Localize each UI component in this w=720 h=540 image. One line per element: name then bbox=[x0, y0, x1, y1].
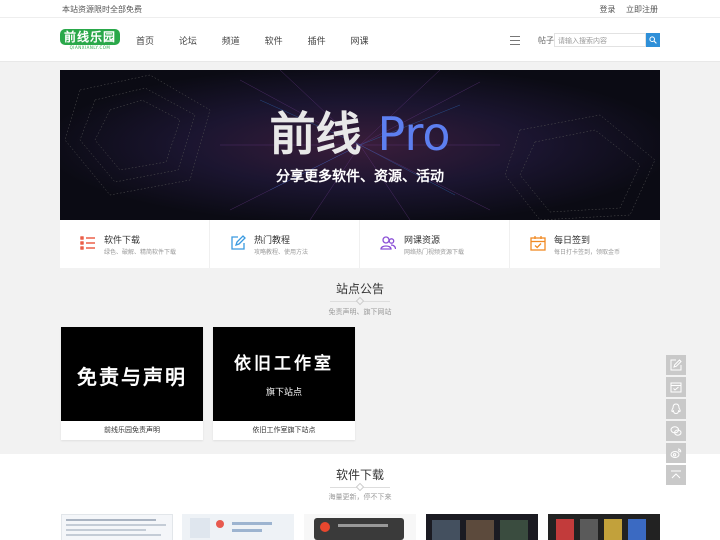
register-link[interactable]: 立即注册 bbox=[626, 5, 658, 14]
calendar-check-icon bbox=[530, 236, 546, 251]
search-button[interactable] bbox=[646, 33, 660, 47]
banner-title: 前线 Pro bbox=[60, 98, 660, 164]
card-image-subtext: 旗下站点 bbox=[265, 388, 302, 398]
feature-courses[interactable]: 网课资源 网络热门视频资源下载 bbox=[360, 220, 510, 268]
main-nav: 首页 论坛 频道 软件 插件 网课 bbox=[136, 34, 390, 47]
calendar-check-icon bbox=[670, 382, 682, 393]
nav-channel[interactable]: 频道 bbox=[222, 37, 240, 47]
software-thumbnail[interactable] bbox=[426, 514, 538, 540]
search-icon bbox=[649, 36, 657, 44]
feature-desc: 每日打卡签到，领取金币 bbox=[554, 249, 621, 256]
nav-forum[interactable]: 论坛 bbox=[179, 37, 197, 47]
banner-title-main: 前线 bbox=[269, 107, 362, 161]
side-edit-button[interactable] bbox=[666, 355, 686, 375]
software-thumbnail[interactable] bbox=[548, 514, 660, 540]
feature-title: 软件下载 bbox=[104, 236, 141, 246]
wechat-icon bbox=[670, 426, 682, 436]
card-caption[interactable]: 依旧工作室旗下站点 bbox=[213, 423, 355, 437]
software-subtitle: 海量更新，停不下来 bbox=[328, 493, 392, 501]
nav-courses[interactable]: 网课 bbox=[350, 37, 368, 47]
feature-title: 热门教程 bbox=[254, 236, 291, 246]
software-thumbnail[interactable] bbox=[304, 514, 416, 540]
feature-tutorials[interactable]: 热门教程 攻略教程、使用方法 bbox=[210, 220, 360, 268]
nav-plugins[interactable]: 插件 bbox=[308, 37, 326, 47]
search-input[interactable]: 请输入搜索内容 bbox=[554, 33, 646, 47]
software-thumbnail[interactable] bbox=[182, 514, 294, 540]
weibo-icon bbox=[670, 448, 682, 458]
announcement-card-disclaimer[interactable]: 免责与声明 前线乐园免责声明 bbox=[61, 327, 203, 440]
card-image-text: 依旧工作室 bbox=[234, 354, 334, 374]
logo-domain: QIANXIANLY.COM bbox=[69, 45, 111, 50]
menu-list-icon[interactable] bbox=[510, 36, 520, 45]
edit-icon bbox=[670, 359, 682, 371]
banner-title-accent: Pro bbox=[377, 107, 451, 161]
back-to-top-button[interactable] bbox=[666, 465, 686, 485]
feature-desc: 攻略教程、使用方法 bbox=[254, 249, 309, 256]
announcements-subtitle: 免责声明、旗下网站 bbox=[328, 308, 392, 316]
nav-home[interactable]: 首页 bbox=[136, 37, 154, 47]
feature-software-download[interactable]: 软件下载 绿色、破解、精简软件下载 bbox=[60, 220, 210, 268]
back-to-top-icon bbox=[671, 470, 681, 479]
announcements-title: 站点公告 bbox=[335, 282, 384, 296]
feature-daily-checkin[interactable]: 每日签到 每日打卡签到，领取金币 bbox=[510, 220, 660, 268]
logo-text: 前线乐园 bbox=[60, 29, 120, 45]
edit-icon bbox=[231, 235, 246, 250]
card-image: 依旧工作室 旗下站点 bbox=[213, 327, 355, 421]
feature-title: 每日签到 bbox=[554, 236, 591, 246]
side-checkin-button[interactable] bbox=[666, 377, 686, 397]
top-bar: 本站资源限时全部免费 登录 立即注册 bbox=[0, 0, 720, 18]
login-link[interactable]: 登录 bbox=[599, 5, 615, 14]
software-title: 软件下载 bbox=[335, 468, 384, 482]
side-weibo-button[interactable] bbox=[666, 443, 686, 463]
card-image-text: 免责与声明 bbox=[77, 365, 187, 389]
users-icon bbox=[380, 236, 396, 250]
nav-software[interactable]: 软件 bbox=[265, 37, 283, 47]
hero-banner[interactable]: 前线 Pro 分享更多软件、资源、活动 bbox=[60, 70, 660, 220]
software-thumbnail[interactable] bbox=[61, 514, 173, 540]
side-qq-button[interactable] bbox=[666, 399, 686, 419]
section-divider bbox=[330, 482, 390, 492]
search-type-select[interactable]: 帖子 bbox=[538, 35, 554, 46]
announcement-card-studio[interactable]: 依旧工作室 旗下站点 依旧工作室旗下站点 bbox=[213, 327, 355, 440]
qq-icon bbox=[671, 403, 681, 415]
card-caption[interactable]: 前线乐园免责声明 bbox=[61, 423, 203, 437]
feature-title: 网课资源 bbox=[404, 236, 441, 246]
section-divider bbox=[330, 296, 390, 306]
feature-row: 软件下载 绿色、破解、精简软件下载 热门教程 攻略教程、使用方法 网课资源 网络… bbox=[60, 220, 660, 268]
list-icon bbox=[80, 236, 95, 250]
site-notice: 本站资源限时全部免费 bbox=[62, 5, 142, 14]
feature-desc: 绿色、破解、精简软件下载 bbox=[104, 249, 177, 256]
account-links: 登录 立即注册 bbox=[591, 4, 658, 15]
card-image: 免责与声明 bbox=[61, 327, 203, 421]
site-logo[interactable]: 前线乐园 QIANXIANLY.COM bbox=[60, 29, 120, 51]
feature-desc: 网络热门视频资源下载 bbox=[404, 249, 465, 256]
side-wechat-button[interactable] bbox=[666, 421, 686, 441]
banner-subtitle: 分享更多软件、资源、活动 bbox=[276, 169, 444, 185]
site-header: 前线乐园 QIANXIANLY.COM 首页 论坛 频道 软件 插件 网课 帖子… bbox=[0, 18, 720, 62]
